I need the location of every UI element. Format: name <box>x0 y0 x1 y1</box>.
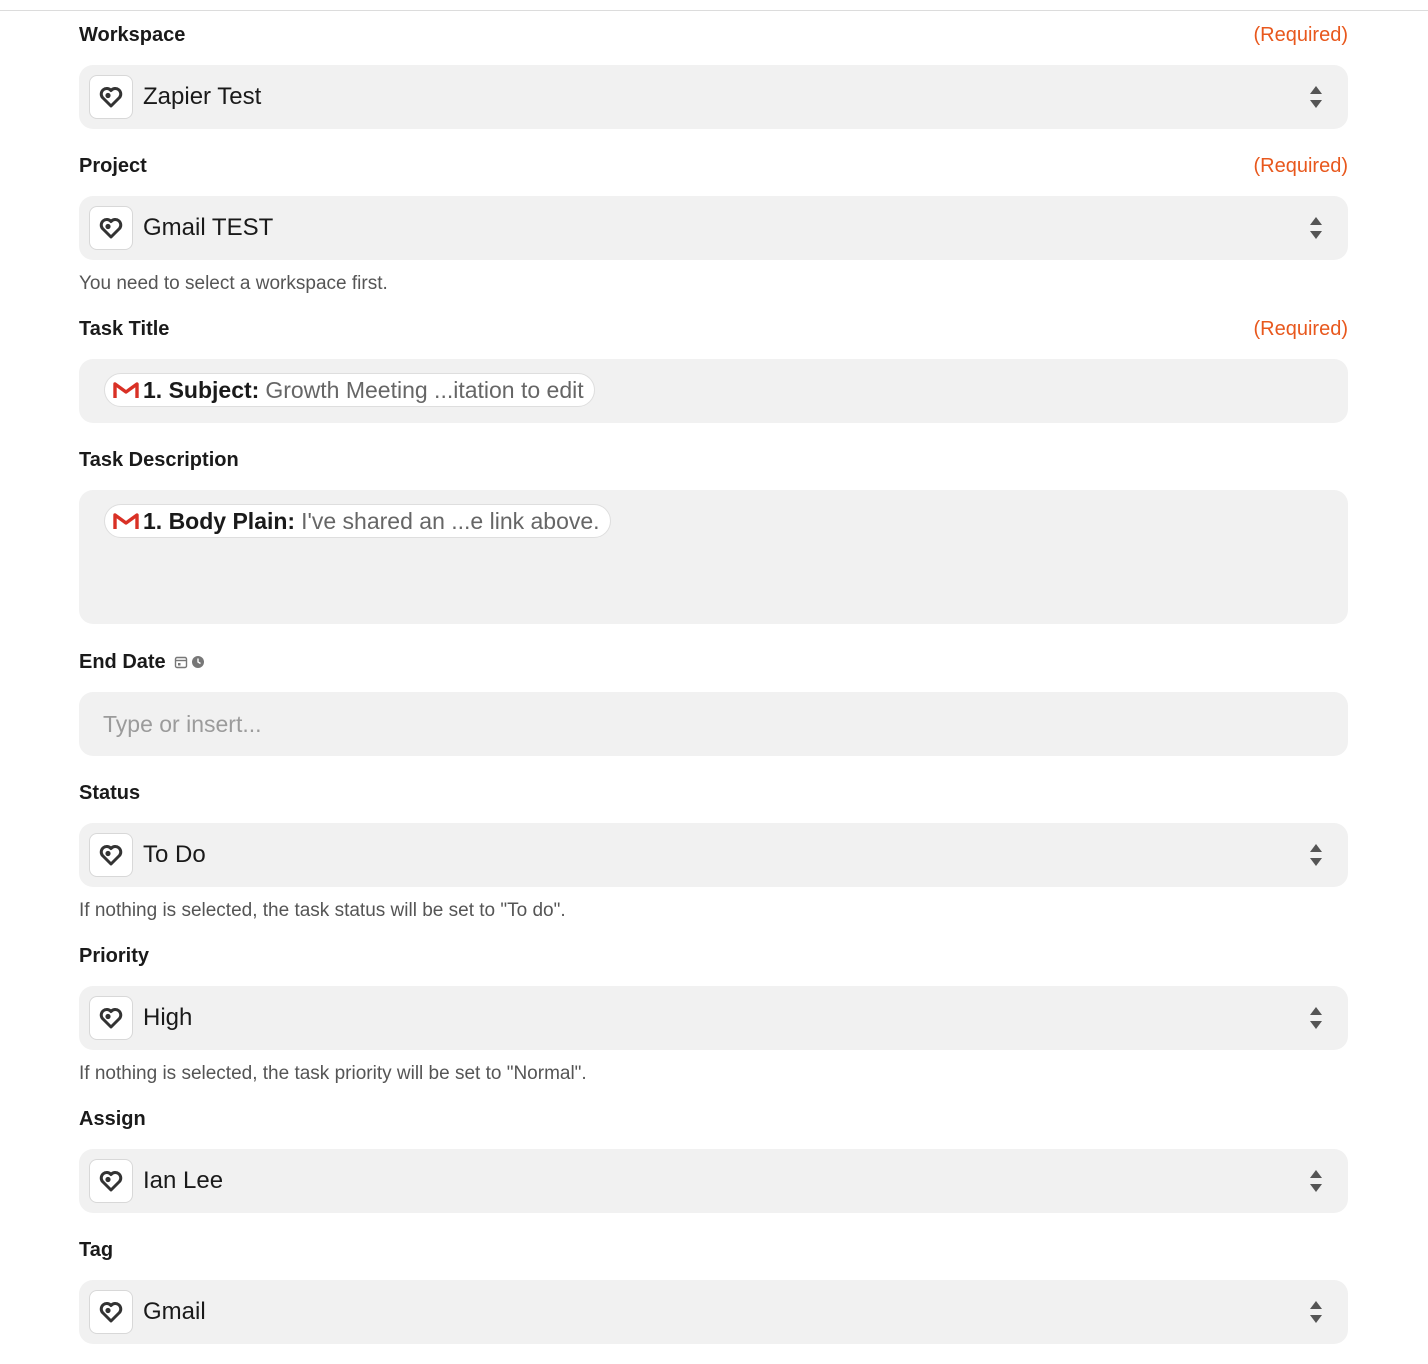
task-description-mapped-pill[interactable]: 1. Body Plain: I've shared an ...e link … <box>104 504 611 538</box>
sort-arrows-icon <box>1310 1301 1322 1323</box>
project-select[interactable]: Gmail TEST <box>79 196 1348 260</box>
clickup-heart-icon <box>89 996 133 1040</box>
end-date-placeholder: Type or insert... <box>103 710 262 737</box>
priority-help-text: If nothing is selected, the task priorit… <box>79 1063 587 1084</box>
end-date-input[interactable]: Type or insert... <box>79 692 1348 756</box>
task-title-input[interactable]: 1. Subject: Growth Meeting ...itation to… <box>79 359 1348 423</box>
gmail-icon <box>113 382 139 398</box>
task-description-input[interactable]: 1. Body Plain: I've shared an ...e link … <box>79 490 1348 624</box>
assign-select[interactable]: Ian Lee <box>79 1149 1348 1213</box>
calendar-icon <box>174 656 187 669</box>
task-title-label: Task Title <box>79 317 170 340</box>
project-help-text: You need to select a workspace first. <box>79 273 388 294</box>
tag-label: Tag <box>79 1238 114 1261</box>
tag-select[interactable]: Gmail <box>79 1280 1348 1344</box>
sort-arrows-icon <box>1310 844 1322 866</box>
status-value: To Do <box>143 841 206 868</box>
clickup-heart-icon <box>89 75 133 119</box>
priority-label: Priority <box>79 944 150 967</box>
project-label: Project <box>79 154 147 177</box>
project-field: Project (Required) Gmail TEST You need t… <box>79 154 1348 295</box>
status-select[interactable]: To Do <box>79 823 1348 887</box>
pill-field-value: I've shared an ...e link above. <box>301 507 600 534</box>
end-date-field: End Date Type or insert... <box>79 650 1348 756</box>
assign-field: Assign Ian Lee <box>79 1107 1348 1213</box>
task-title-mapped-pill[interactable]: 1. Subject: Growth Meeting ...itation to… <box>104 373 595 407</box>
task-description-field: Task Description 1. Body Plain: I've sha… <box>79 448 1348 624</box>
clock-icon <box>191 656 204 668</box>
end-date-label-group: End Date <box>79 651 205 674</box>
priority-select[interactable]: High <box>79 986 1348 1050</box>
sort-arrows-icon <box>1310 1007 1322 1029</box>
project-value: Gmail TEST <box>143 214 274 241</box>
required-indicator: (Required) <box>1253 154 1348 177</box>
sort-arrows-icon <box>1310 217 1322 239</box>
status-field: Status To Do If nothing is selected, the… <box>79 781 1348 922</box>
required-indicator: (Required) <box>1253 317 1348 340</box>
required-indicator: (Required) <box>1253 23 1348 46</box>
workspace-field: Workspace (Required) Zapier Test <box>79 23 1348 129</box>
clickup-heart-icon <box>89 1290 133 1334</box>
assign-label: Assign <box>79 1107 146 1130</box>
workspace-value: Zapier Test <box>143 83 262 110</box>
priority-field: Priority High If nothing is selected, th… <box>79 944 1348 1085</box>
workspace-label: Workspace <box>79 23 186 46</box>
status-label: Status <box>79 781 141 804</box>
assign-value: Ian Lee <box>143 1167 224 1194</box>
end-date-label: End Date <box>79 650 166 673</box>
priority-value: High <box>143 1004 193 1031</box>
task-description-label: Task Description <box>79 448 239 471</box>
task-title-field: Task Title (Required) 1. Subject: Growth… <box>79 317 1348 423</box>
workspace-select[interactable]: Zapier Test <box>79 65 1348 129</box>
pill-field-name: 1. Body Plain: <box>143 507 296 534</box>
top-divider <box>0 10 1428 11</box>
clickup-heart-icon <box>89 206 133 250</box>
clickup-heart-icon <box>89 833 133 877</box>
clickup-heart-icon <box>89 1159 133 1203</box>
gmail-icon <box>113 513 139 529</box>
pill-field-value: Growth Meeting ...itation to edit <box>265 376 584 403</box>
tag-field: Tag Gmail <box>79 1238 1348 1344</box>
sort-arrows-icon <box>1310 86 1322 108</box>
sort-arrows-icon <box>1310 1170 1322 1192</box>
status-help-text: If nothing is selected, the task status … <box>79 900 566 921</box>
tag-value: Gmail <box>143 1298 206 1325</box>
pill-field-name: 1. Subject: <box>143 376 260 403</box>
